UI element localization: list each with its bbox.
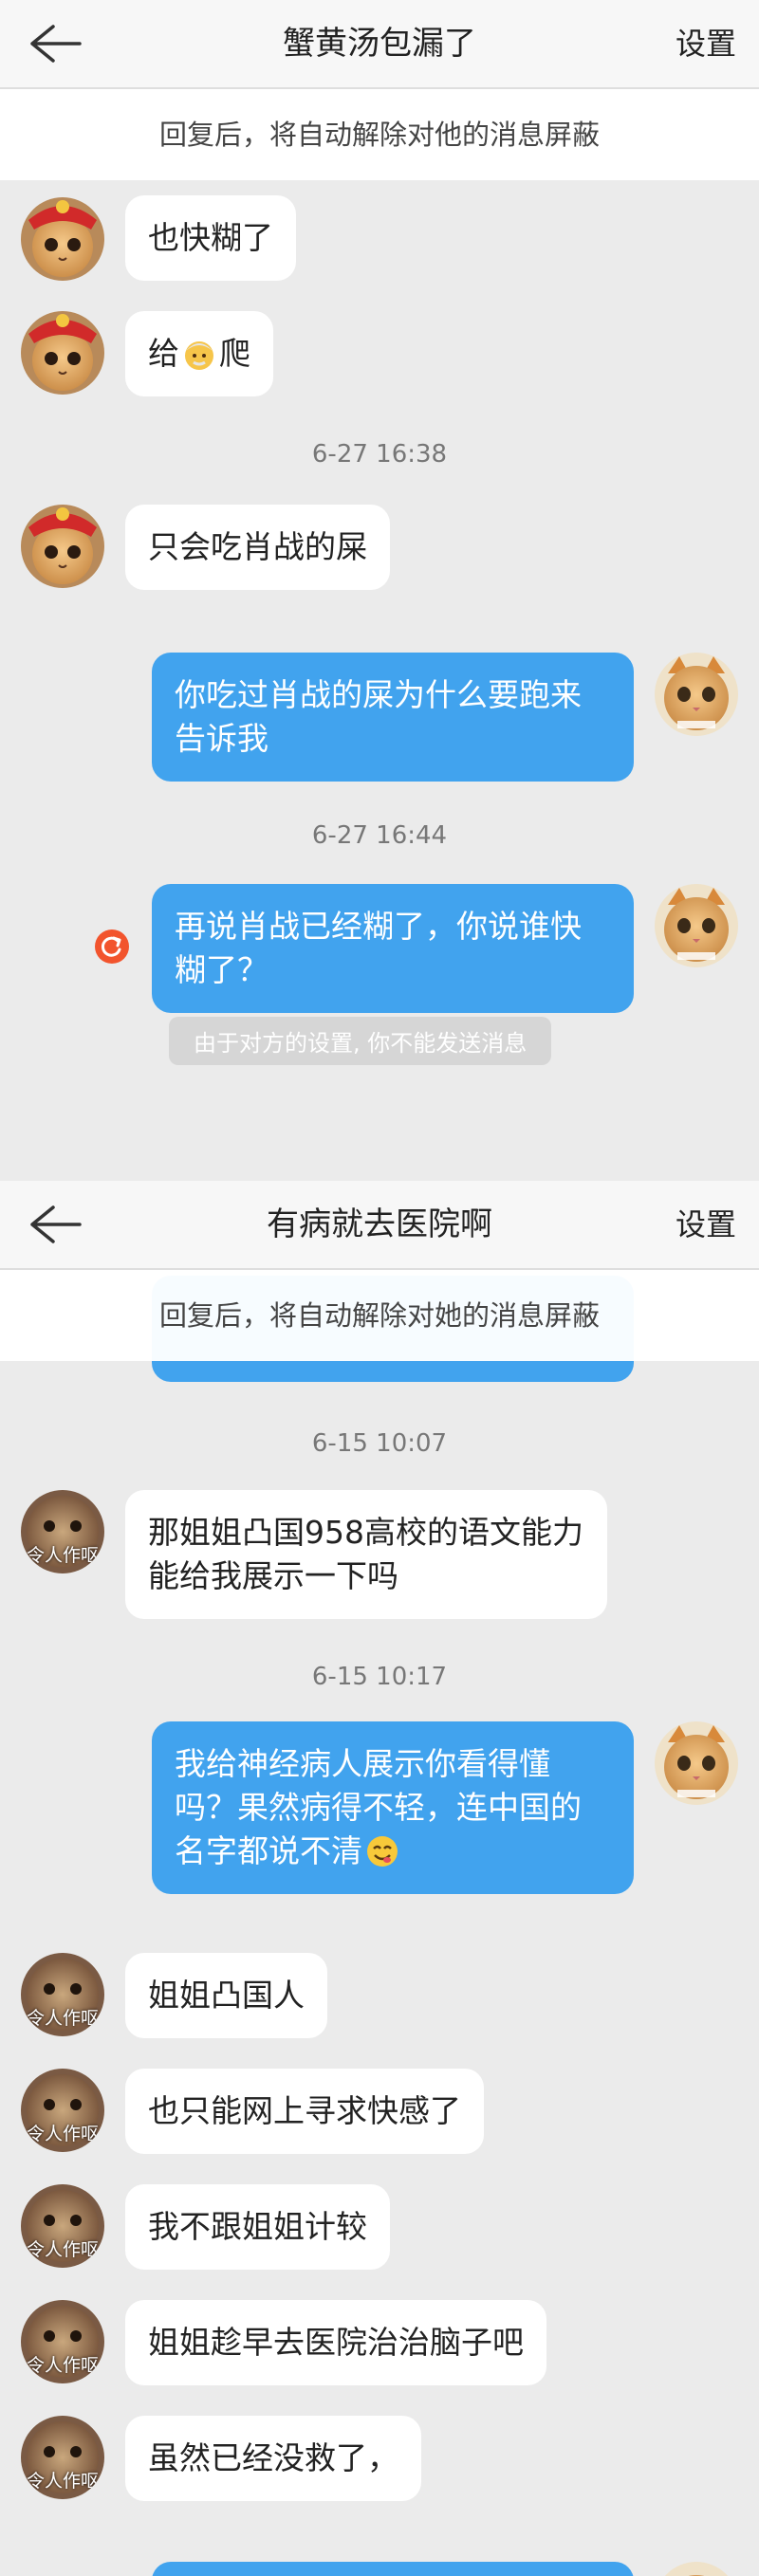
message-bubble-outgoing-partial[interactable] <box>152 2562 634 2576</box>
send-blocked-notice: 由于对方的设置, 你不能发送消息 <box>169 1017 552 1065</box>
timestamp: 6-27 16:38 <box>311 440 448 469</box>
cat-avatar <box>655 1721 738 1805</box>
sender-avatar[interactable] <box>21 197 104 281</box>
block-notice: 回复后，将自动解除对她的消息屏蔽 <box>0 1270 759 1361</box>
avatar-caption: 令人作呕 <box>26 2471 99 2492</box>
top-bar: 蟹黄汤包漏了 设置 <box>0 0 759 89</box>
back-arrow-icon[interactable] <box>27 23 83 64</box>
avatar-caption: 令人作呕 <box>26 2008 99 2029</box>
cat-avatar <box>655 2562 738 2576</box>
top-bar: 有病就去医院啊 设置 <box>0 1181 759 1270</box>
message-bubble-outgoing[interactable]: 你吃过肖战的屎为什么要跑来告诉我 <box>152 653 634 782</box>
festive-cat-avatar <box>21 505 104 588</box>
chat-title: 有病就去医院啊 <box>267 1205 492 1243</box>
my-avatar[interactable] <box>655 653 738 736</box>
message-bubble-outgoing[interactable]: 我给神经病人展示你看得懂吗？果然病得不轻，连中国的名字都说不清 <box>152 1721 634 1894</box>
avatar-caption: 令人作呕 <box>26 1545 99 1566</box>
sender-avatar[interactable]: 令人作呕 <box>21 2300 104 2383</box>
message-text: 爬 <box>219 335 250 372</box>
avatar-caption: 令人作呕 <box>26 2355 99 2376</box>
my-avatar[interactable] <box>655 884 738 967</box>
avatar-caption: 令人作呕 <box>26 2239 99 2260</box>
sender-avatar[interactable] <box>21 505 104 588</box>
message-text: 给 <box>148 335 179 372</box>
message-bubble-incoming[interactable]: 我不跟姐姐计较 <box>125 2184 390 2270</box>
message-bubble-outgoing[interactable]: 再说肖战已经糊了，你说谁快糊了？ <box>152 884 634 1013</box>
sender-avatar[interactable]: 令人作呕 <box>21 2416 104 2499</box>
cat-avatar <box>655 653 738 736</box>
emoji-old-man <box>185 341 213 370</box>
message-bubble-incoming[interactable]: 只会吃肖战的屎 <box>125 505 390 590</box>
message-bubble-incoming[interactable]: 姐姐凸国人 <box>125 1953 327 2038</box>
sender-avatar[interactable]: 令人作呕 <box>21 2184 104 2268</box>
settings-button[interactable]: 设置 <box>676 0 736 87</box>
sender-avatar[interactable]: 令人作呕 <box>21 1490 104 1573</box>
cat-avatar <box>655 884 738 967</box>
sender-avatar[interactable]: 令人作呕 <box>21 1953 104 2036</box>
settings-button[interactable]: 设置 <box>676 1181 736 1268</box>
message-bubble-incoming[interactable]: 也只能网上寻求快感了 <box>125 2069 484 2154</box>
avatar-caption: 令人作呕 <box>26 2124 99 2144</box>
block-notice: 回复后，将自动解除对他的消息屏蔽 <box>0 89 759 180</box>
message-bubble-incoming[interactable]: 也快糊了 <box>125 195 296 281</box>
emoji-yum-face <box>367 1836 398 1867</box>
message-bubble-incoming[interactable]: 那姐姐凸国958高校的语文能力能给我展示一下吗 <box>125 1490 607 1619</box>
chat-title: 蟹黄汤包漏了 <box>283 25 476 63</box>
chat-panel-1: 蟹黄汤包漏了 设置 回复后，将自动解除对他的消息屏蔽 也快糊了 给爬 6-27 … <box>0 0 759 1181</box>
sender-avatar[interactable]: 令人作呕 <box>21 2069 104 2152</box>
back-arrow-icon[interactable] <box>27 1204 83 1245</box>
message-bubble-incoming[interactable]: 给爬 <box>125 311 273 396</box>
message-bubble-incoming[interactable]: 虽然已经没救了， <box>125 2416 421 2501</box>
festive-cat-avatar <box>21 311 104 395</box>
festive-cat-avatar <box>21 197 104 281</box>
my-avatar[interactable] <box>655 2562 738 2576</box>
timestamp: 6-15 10:07 <box>311 1429 448 1458</box>
sender-avatar[interactable] <box>21 311 104 395</box>
timestamp: 6-27 16:44 <box>311 821 448 850</box>
message-bubble-incoming[interactable]: 姐姐趁早去医院治治脑子吧 <box>125 2300 546 2385</box>
retry-error-icon[interactable] <box>95 929 129 964</box>
timestamp: 6-15 10:17 <box>311 1663 448 1691</box>
chat-panel-2: 有病就去医院啊 设置 回复后，将自动解除对她的消息屏蔽 6-15 10:07 令… <box>0 1181 759 2576</box>
my-avatar[interactable] <box>655 1721 738 1805</box>
